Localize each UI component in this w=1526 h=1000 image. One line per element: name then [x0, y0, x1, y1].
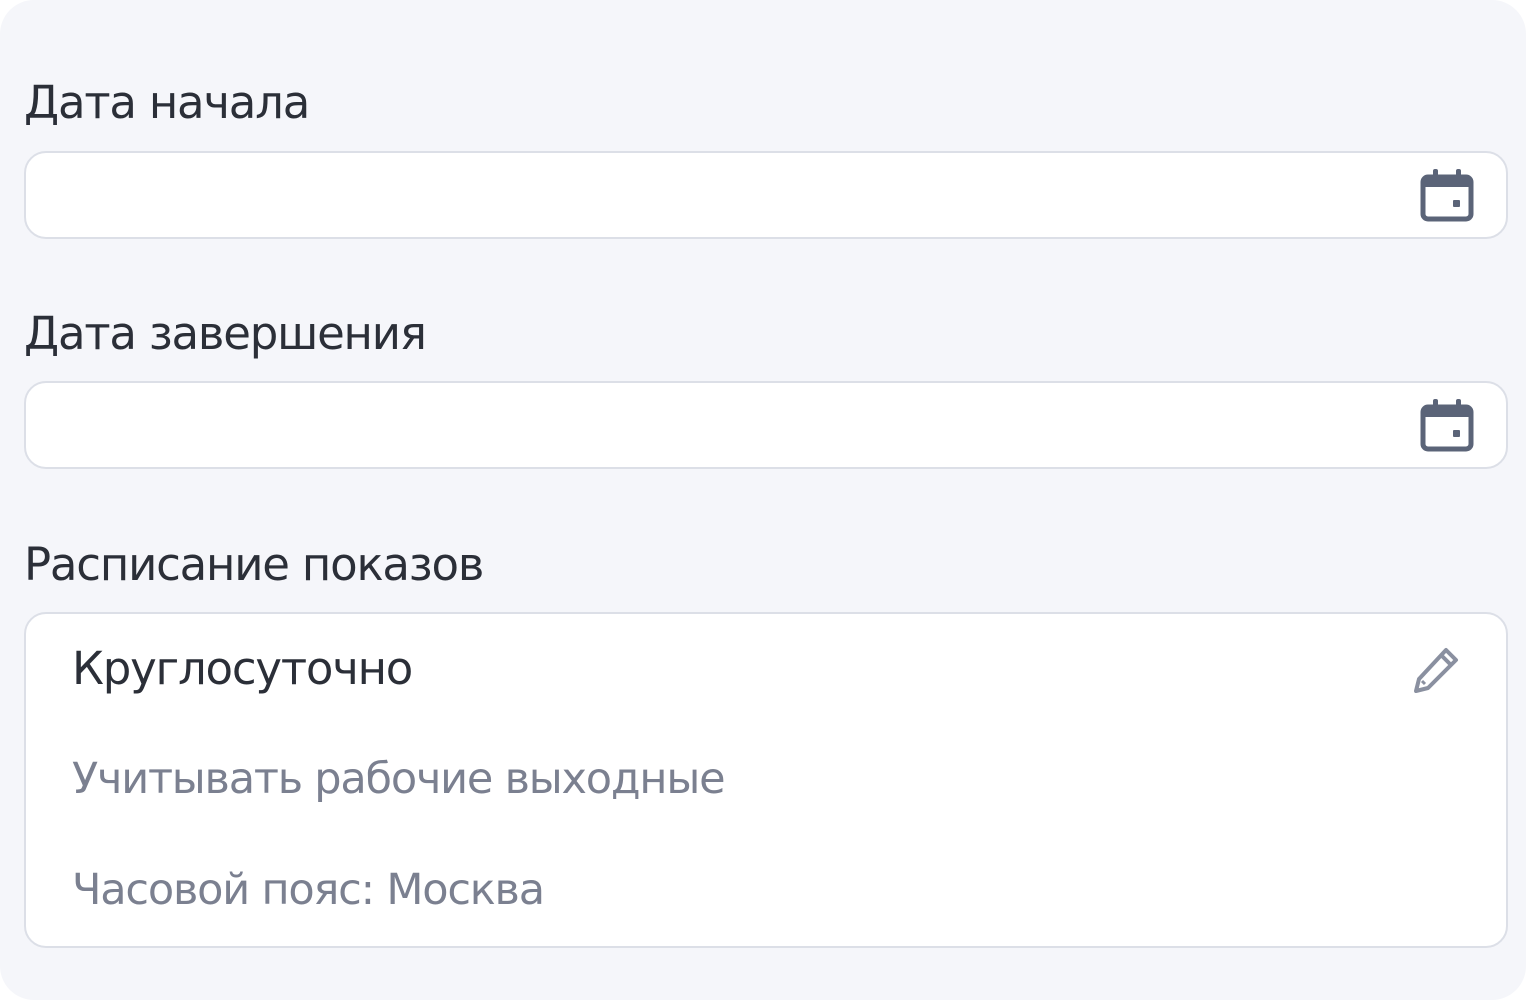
- timezone-text: Часовой пояс: Москва: [72, 865, 545, 915]
- start-date-field[interactable]: [24, 151, 1508, 239]
- schedule-mode: Круглосуточно: [72, 642, 413, 695]
- end-date-label: Дата завершения: [24, 307, 427, 360]
- start-date-input[interactable]: [50, 153, 1410, 237]
- end-date-field[interactable]: [24, 381, 1508, 469]
- calendar-icon[interactable]: [1420, 397, 1474, 453]
- holidays-option: Учитывать рабочие выходные: [72, 754, 726, 804]
- end-date-input[interactable]: [50, 383, 1410, 467]
- start-date-label: Дата начала: [24, 76, 310, 129]
- campaign-dates-panel: Дата начала Дата завершения Расписание п…: [0, 0, 1526, 1000]
- schedule-label: Расписание показов: [24, 538, 484, 591]
- schedule-summary-card[interactable]: Круглосуточно Учитывать рабочие выходные…: [24, 612, 1508, 948]
- calendar-icon[interactable]: [1420, 167, 1474, 223]
- pencil-icon[interactable]: [1410, 644, 1462, 696]
